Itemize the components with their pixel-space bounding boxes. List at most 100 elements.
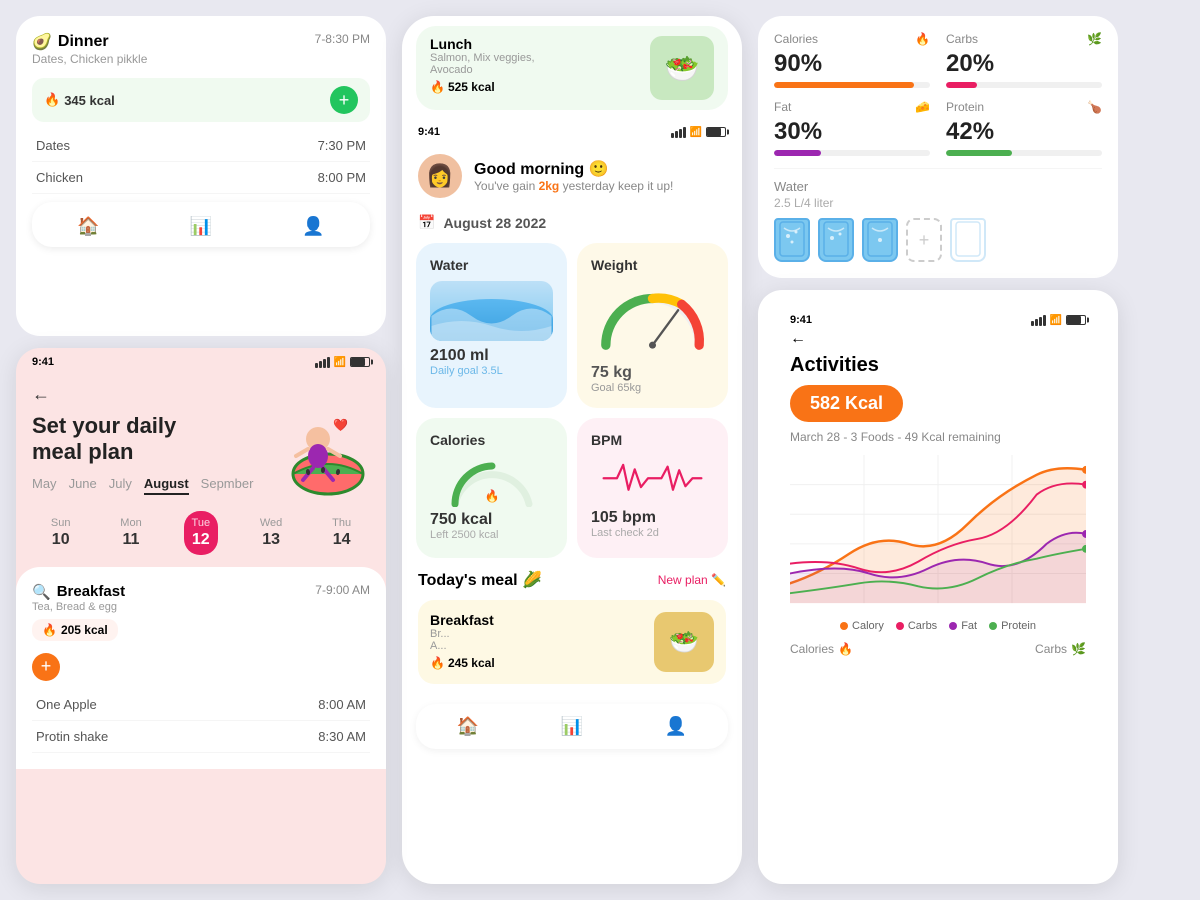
water-value: 2100 ml [430,347,553,365]
bpm-last: Last check 2d [591,527,714,539]
today-meal-title: Today's meal 🌽 [418,570,542,590]
legend-carbs: Carbs [896,620,937,632]
water-nutrition-section: Water 2.5 L/4 liter + [774,168,1102,262]
breakfast-kcal-pill: 🔥205 kcal [32,619,118,641]
food-item: Chicken 8:00 PM [32,162,370,194]
home-nav-main[interactable]: 🏠 [441,712,495,741]
weight-widget[interactable]: Weight 75 kg Goal 65kg [577,243,728,408]
water-widget[interactable]: Water 2100 ml Daily goal 3.5L [416,243,567,408]
breakfast-card-kcal: 🔥245 kcal [430,656,495,670]
glass-5[interactable] [950,218,986,262]
glass-3[interactable] [862,218,898,262]
fire-icon-nut: 🔥 [915,32,930,46]
fat-pct: 30% [774,118,930,146]
day-thu[interactable]: Thu 14 [324,511,359,555]
day-mon[interactable]: Mon 11 [112,511,149,555]
nutrition-protein: Protein 🍗 42% [946,100,1102,156]
date-row: 📅 August 28 2022 [402,210,742,243]
back-button[interactable]: ← [32,384,50,405]
breakfast-card-desc: Br...A... [430,628,495,652]
bottom-carbs: Carbs 🌿 [1035,642,1086,656]
gain-text: 2kg [539,179,560,193]
breakfast-entry-title: 🔍 Breakfast [32,583,125,601]
home-nav-icon[interactable]: 🏠 [61,212,115,241]
svg-text:❤️: ❤️ [333,418,348,432]
breakfast-entry-desc: Tea, Bread & egg [32,601,125,613]
water-section-amount: 2.5 L/4 liter [774,196,1102,210]
calories-widget-label: Calories [430,432,553,448]
watermelon-illustration: ❤️ [258,384,378,504]
activities-bottom: Calories 🔥 Carbs 🌿 [790,642,1086,656]
fire-icon: 🔥 [44,92,60,108]
breakfast-time: 7-9:00 AM [315,583,370,597]
nutrition-grid: Calories 🔥 90% Carbs 🌿 20% [774,32,1102,262]
widget-grid: Water 2100 ml Daily goal 3.5L Weight [402,243,742,558]
activity-meta: March 28 - 3 Foods - 49 Kcal remaining [790,430,1086,444]
legend-fat: Fat [949,620,977,632]
time-activities: 9:41 [790,314,812,326]
carbs-icon: 🌿 [1087,32,1102,46]
nutrition-card: Calories 🔥 90% Carbs 🌿 20% [758,16,1118,278]
dinner-kcal: 🔥 345 kcal [44,92,115,108]
time-meal-plan: 9:41 [32,356,54,368]
water-goal: Daily goal 3.5L [430,365,553,377]
bottom-nav: 🏠 📊 👤 [32,202,370,247]
add-glass-button[interactable]: + [906,218,942,262]
middle-bottom-nav: 🏠 📊 👤 [416,704,728,749]
activities-title: Activities [790,354,1086,377]
status-bar-main: 9:41 📶 [402,120,742,142]
water-widget-label: Water [430,257,553,273]
user-nav-main[interactable]: 👤 [649,712,703,741]
bpm-widget-label: BPM [591,432,714,448]
chart-nav-icon[interactable]: 📊 [174,212,228,241]
back-button-activities[interactable]: ← [790,330,806,348]
time-main: 9:41 [418,126,440,138]
day-sun[interactable]: Sun 10 [43,511,79,555]
day-tue-active[interactable]: Tue 12 [184,511,219,555]
status-bar-activities: 9:41 📶 [774,306,1102,330]
fat-progress [774,150,930,156]
glass-2[interactable] [818,218,854,262]
day-wed[interactable]: Wed 13 [252,511,290,555]
calories-left: Left 2500 kcal [430,529,553,541]
dinner-label: Dinner [58,33,109,51]
add-dinner-button[interactable]: + [330,86,358,114]
food-item: Dates 7:30 PM [32,130,370,162]
tab-august[interactable]: August [144,474,189,495]
breakfast-card-title: Breakfast [430,612,495,628]
greeting-sub: You've gain 2kg yesterday keep it up! [474,179,673,193]
protein-icon: 🍗 [1087,100,1102,114]
tab-june[interactable]: June [69,474,97,495]
calories-arc: 🔥 [430,452,553,507]
new-plan-button[interactable]: New plan ✏️ [658,573,726,587]
tab-may[interactable]: May [32,474,57,495]
water-glasses: + [774,218,1102,262]
weight-goal: Goal 65kg [591,382,714,394]
glass-1[interactable] [774,218,810,262]
activities-kcal: 582 Kcal [790,385,903,422]
fat-icon: 🧀 [915,100,930,114]
dinner-card: 🥑 Dinner Dates, Chicken pikkle 7-8:30 PM… [16,16,386,336]
food-item-protein: Protin shake 8:30 AM [32,721,370,753]
status-bar-meal-plan: 9:41 📶 [16,348,386,372]
calendar-icon: 📅 [418,214,435,231]
water-visual [430,281,553,341]
dinner-title: 🥑 Dinner [32,32,147,52]
lunch-desc: Salmon, Mix veggies,Avocado [430,52,535,76]
user-nav-icon[interactable]: 👤 [286,212,340,241]
bpm-line [591,456,714,501]
lunch-kcal: 🔥525 kcal [430,80,535,94]
avocado-icon: 🥑 [32,32,52,52]
tab-july[interactable]: July [109,474,132,495]
bpm-widget[interactable]: BPM 105 bpm Last check 2d [577,418,728,558]
protein-label: Protein [946,100,984,114]
calories-widget[interactable]: Calories 🔥 750 kcal Left 2500 kcal [416,418,567,558]
legend-protein: Protein [989,620,1036,632]
activities-card: 9:41 📶 ← Activities 582 Kcal March 28 - … [758,290,1118,884]
chart-nav-main[interactable]: 📊 [545,712,599,741]
weight-gauge [591,281,714,356]
carbs-pct: 20% [946,50,1102,78]
chart-legend: Calory Carbs Fat Protein [790,620,1086,632]
tab-september[interactable]: Sepmber [201,474,254,495]
add-breakfast-button[interactable]: + [32,653,60,681]
